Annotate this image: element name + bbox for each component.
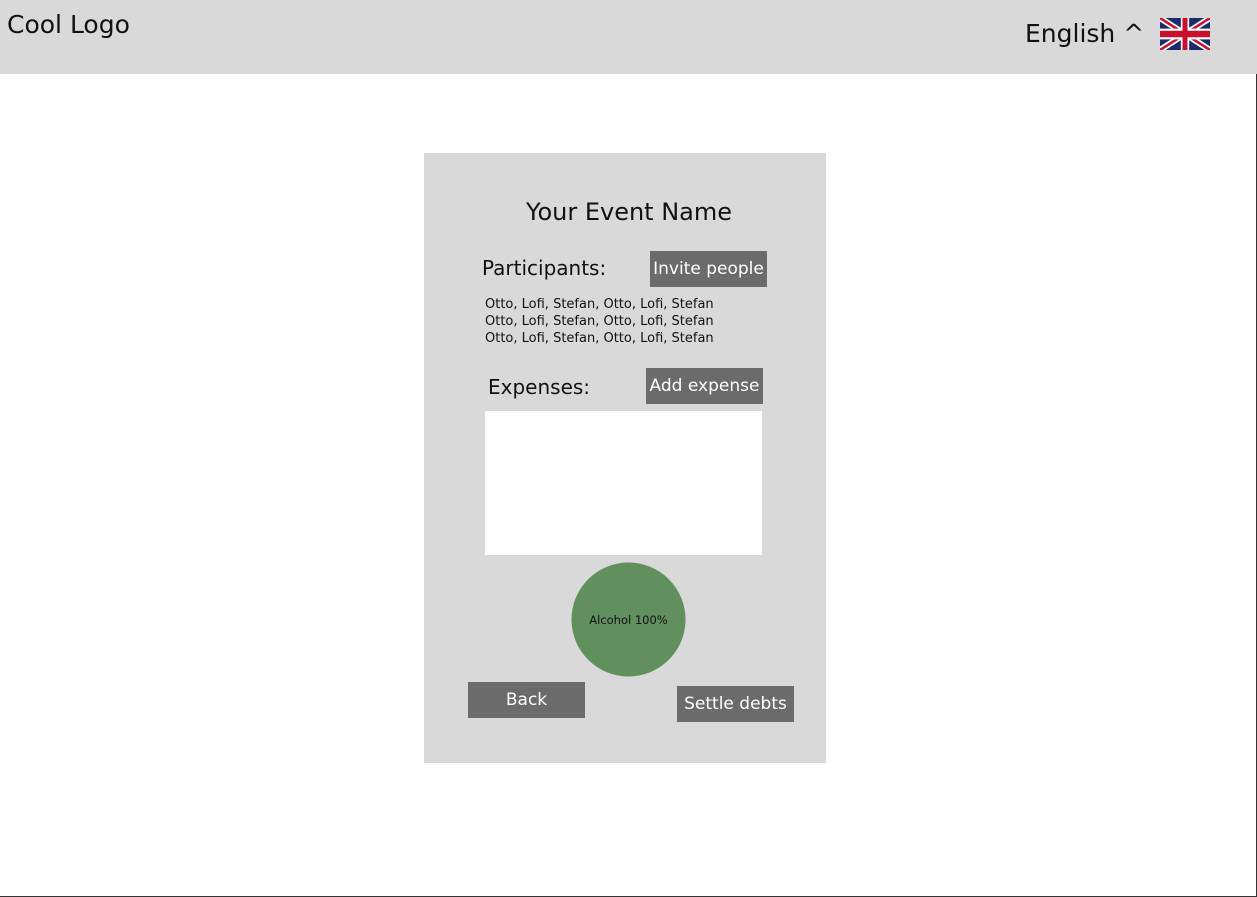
participants-label: Participants: (482, 256, 607, 280)
event-card: Your Event Name Participants: Invite peo… (424, 153, 826, 763)
participants-line: Otto, Lofi, Stefan, Otto, Lofi, Stefan (485, 297, 714, 312)
uk-flag-icon[interactable] (1160, 18, 1210, 50)
participants-list: Otto, Lofi, Stefan, Otto, Lofi, Stefan O… (485, 296, 714, 347)
pie-slice-label: Alcohol 100% (589, 613, 668, 627)
top-header: Cool Logo English ^ (0, 0, 1257, 74)
expense-pie-chart: Alcohol 100% (571, 562, 686, 677)
back-button[interactable]: Back (468, 682, 585, 718)
participants-line: Otto, Lofi, Stefan, Otto, Lofi, Stefan (485, 331, 714, 346)
event-title: Your Event Name (525, 198, 733, 226)
logo[interactable]: Cool Logo (7, 10, 130, 39)
participants-line: Otto, Lofi, Stefan, Otto, Lofi, Stefan (485, 314, 714, 329)
invite-people-button[interactable]: Invite people (650, 251, 767, 287)
settle-debts-button[interactable]: Settle debts (677, 686, 794, 722)
add-expense-button[interactable]: Add expense (646, 368, 763, 404)
language-dropdown[interactable]: English ^ (1025, 19, 1144, 48)
expenses-list[interactable] (485, 411, 762, 555)
expenses-label: Expenses: (488, 375, 591, 399)
